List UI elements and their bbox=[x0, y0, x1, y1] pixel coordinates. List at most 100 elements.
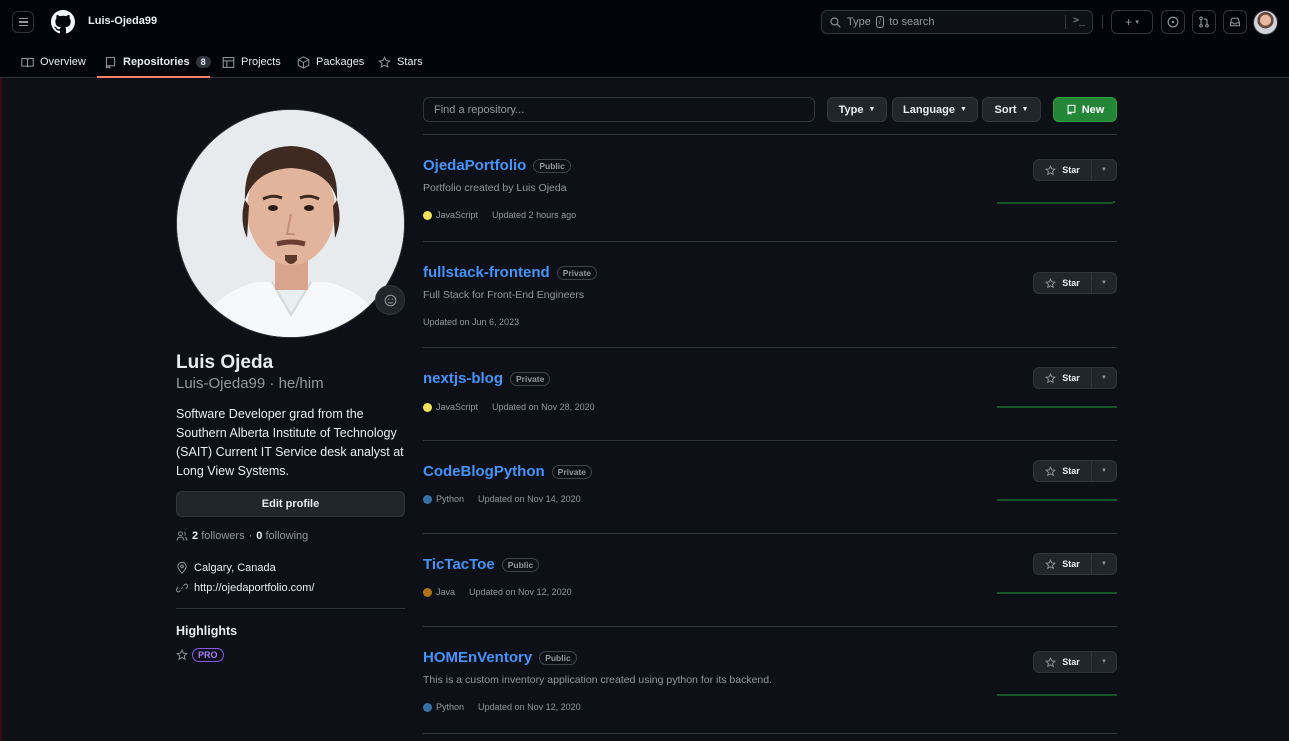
chevron-down-icon: ▼ bbox=[1101, 375, 1107, 381]
tab-repositories[interactable]: Repositories 8 bbox=[104, 51, 211, 73]
dot-separator: · bbox=[248, 530, 253, 542]
repo-language: JavaScript bbox=[436, 402, 479, 412]
following-count: 0 bbox=[256, 530, 263, 542]
followers-label: followers bbox=[201, 530, 245, 542]
repo-name-link[interactable]: HOMEnVentory bbox=[423, 649, 532, 666]
star-button-group: Star ▼ bbox=[1033, 159, 1117, 181]
visibility-badge: Private bbox=[510, 371, 551, 386]
star-list-dropdown[interactable]: ▼ bbox=[1092, 652, 1116, 672]
language-filter-button[interactable]: Language ▼ bbox=[892, 97, 978, 122]
repo-icon bbox=[105, 56, 116, 69]
repo-title-row: nextjs-blog Private bbox=[423, 370, 551, 387]
profile-avatar[interactable] bbox=[176, 109, 405, 338]
repo-description: Full Stack for Front-End Engineers bbox=[423, 289, 585, 301]
issues-button[interactable] bbox=[1161, 10, 1185, 34]
sort-filter-button[interactable]: Sort ▼ bbox=[982, 97, 1041, 122]
github-logo-icon[interactable] bbox=[51, 10, 75, 34]
sidebar-divider bbox=[176, 608, 405, 609]
new-repository-button[interactable]: New bbox=[1053, 97, 1117, 122]
star-button[interactable]: Star bbox=[1034, 368, 1092, 388]
activity-sparkline bbox=[997, 406, 1117, 408]
command-palette-icon[interactable]: >_ bbox=[1073, 15, 1085, 26]
visibility-badge: Private bbox=[551, 464, 593, 479]
star-label: Star bbox=[1062, 373, 1080, 383]
repo-row: TicTacToe Public Java Updated on Nov 12, 20… bbox=[423, 534, 1117, 627]
star-list-dropdown[interactable]: ▼ bbox=[1092, 160, 1116, 180]
star-label: Star bbox=[1062, 278, 1080, 288]
repo-name-link[interactable]: CodeBlogPython bbox=[423, 463, 545, 480]
pull-requests-icon bbox=[1199, 16, 1209, 28]
star-icon bbox=[378, 55, 391, 68]
profile-website-link[interactable]: http://ojedaportfolio.com/ bbox=[194, 582, 314, 594]
chevron-down-icon: ▾ bbox=[1135, 19, 1139, 26]
repo-name-link[interactable]: nextjs-blog bbox=[423, 370, 503, 387]
star-button[interactable]: Star bbox=[1034, 652, 1092, 672]
star-button[interactable]: Star bbox=[1034, 273, 1092, 293]
hamburger-icon[interactable] bbox=[12, 11, 34, 33]
profile-photo bbox=[177, 110, 404, 337]
search-suffix: to search bbox=[889, 16, 935, 28]
tab-overview[interactable]: Overview bbox=[21, 51, 86, 73]
pull-requests-button[interactable] bbox=[1192, 10, 1216, 34]
following-link[interactable]: 0 following bbox=[256, 530, 308, 542]
visibility-badge: Public bbox=[533, 158, 571, 173]
top-bar: Luis-Ojeda99 Type / to search >_ + ▾ bbox=[0, 0, 1289, 44]
repo-meta: Updated on Jun 6, 2023 bbox=[423, 317, 519, 327]
star-button-group: Star ▼ bbox=[1033, 272, 1117, 294]
repo-meta: Python Updated on Nov 12, 2020 bbox=[423, 702, 581, 712]
search-input[interactable]: Type / to search >_ bbox=[821, 10, 1093, 34]
language-color-dot bbox=[423, 402, 432, 412]
type-filter-button[interactable]: Type ▼ bbox=[827, 97, 887, 122]
repo-title-row: fullstack-frontend Private bbox=[423, 264, 598, 281]
find-repository-input[interactable] bbox=[423, 97, 815, 122]
profile-bio: Software Developer grad from the Souther… bbox=[176, 407, 404, 478]
repo-updated: Updated 2 hours ago bbox=[492, 210, 577, 220]
star-list-dropdown[interactable]: ▼ bbox=[1092, 554, 1116, 574]
star-button[interactable]: Star bbox=[1034, 160, 1092, 180]
repo-description: This is a custom inventory application c… bbox=[423, 674, 773, 686]
chevron-down-icon: ▼ bbox=[868, 106, 876, 113]
repo-divider bbox=[423, 733, 1117, 734]
type-filter-label: Type bbox=[838, 103, 864, 116]
star-icon bbox=[1045, 277, 1057, 288]
window-edge bbox=[0, 0, 2, 741]
star-button[interactable]: Star bbox=[1034, 461, 1092, 481]
tab-projects[interactable]: Projects bbox=[222, 51, 281, 73]
repo-title-row: HOMEnVentory Public bbox=[423, 649, 577, 666]
star-list-dropdown[interactable]: ▼ bbox=[1092, 461, 1116, 481]
repo-name-link[interactable]: fullstack-frontend bbox=[423, 264, 550, 281]
tab-stars[interactable]: Stars bbox=[378, 51, 423, 73]
repo-meta: JavaScript Updated on Nov 28, 2020 bbox=[423, 402, 595, 412]
pro-badge[interactable]: PRO bbox=[192, 648, 224, 662]
repo-updated: Updated on Jun 6, 2023 bbox=[423, 317, 520, 327]
language-color-dot bbox=[423, 702, 432, 712]
inbox-button[interactable] bbox=[1223, 10, 1247, 34]
header-username[interactable]: Luis-Ojeda99 bbox=[88, 15, 157, 27]
tab-label: Stars bbox=[397, 56, 423, 68]
repo-language: Python bbox=[436, 702, 465, 712]
star-list-dropdown[interactable]: ▼ bbox=[1092, 368, 1116, 388]
followers-link[interactable]: 2 followers bbox=[192, 530, 245, 542]
following-label: following bbox=[265, 530, 309, 542]
activity-sparkline bbox=[997, 201, 1116, 204]
visibility-badge: Public bbox=[539, 650, 577, 665]
repo-meta: JavaScript Updated 2 hours ago bbox=[423, 210, 576, 220]
avatar[interactable] bbox=[1253, 10, 1278, 35]
star-list-dropdown[interactable]: ▼ bbox=[1092, 273, 1116, 293]
repo-updated: Updated on Nov 12, 2020 bbox=[469, 587, 572, 597]
repo-language: Java bbox=[436, 587, 456, 597]
profile-location: Calgary, Canada bbox=[194, 562, 276, 574]
chevron-down-icon: ▼ bbox=[1101, 561, 1107, 567]
set-status-button[interactable] bbox=[375, 285, 405, 315]
highlights-row: PRO bbox=[176, 648, 224, 662]
star-button[interactable]: Star bbox=[1034, 554, 1092, 574]
repo-name-link[interactable]: OjedaPortfolio bbox=[423, 157, 526, 174]
people-icon bbox=[176, 531, 188, 541]
activity-sparkline bbox=[997, 694, 1117, 696]
issues-icon bbox=[1167, 16, 1179, 28]
repo-name-link[interactable]: TicTacToe bbox=[423, 556, 495, 573]
tab-packages[interactable]: Packages bbox=[297, 51, 364, 73]
search-shortcut-key: / bbox=[875, 16, 885, 28]
edit-profile-button[interactable]: Edit profile bbox=[176, 491, 405, 517]
create-new-button[interactable]: + ▾ bbox=[1111, 10, 1153, 34]
